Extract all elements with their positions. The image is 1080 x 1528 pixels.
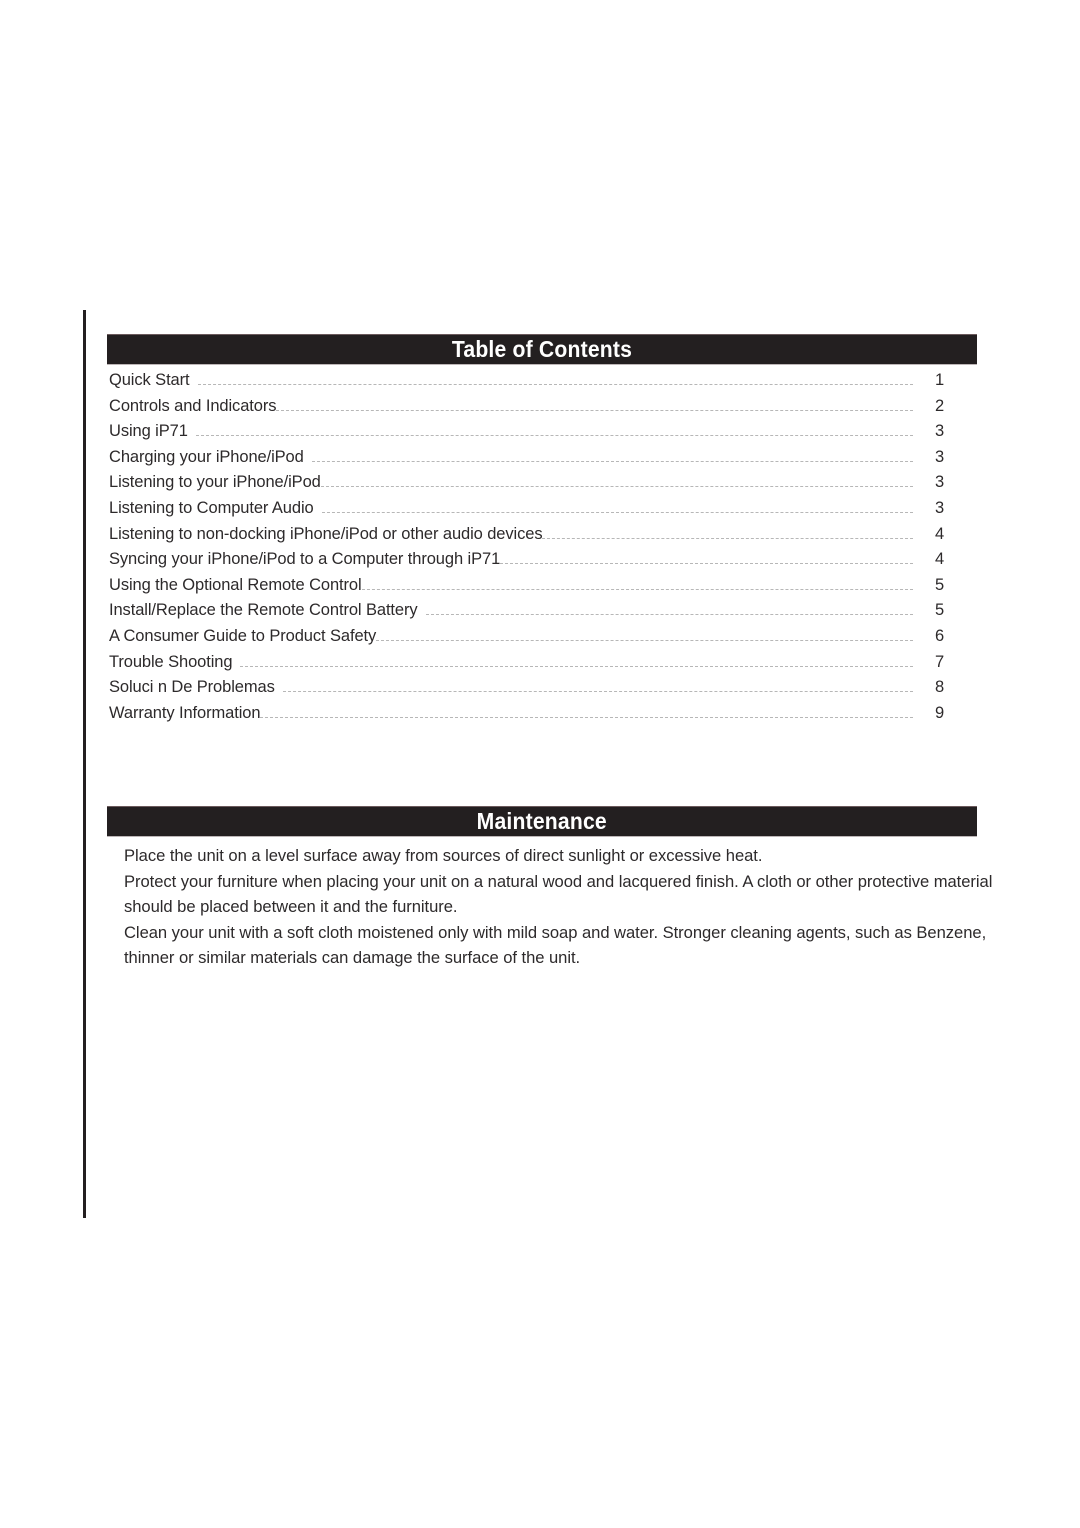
toc-entry-page-number: 3 xyxy=(935,498,945,517)
toc-leader-dots xyxy=(195,434,913,437)
toc-entry-page-number: 5 xyxy=(935,575,945,594)
toc-entry-page-number: 2 xyxy=(935,396,945,415)
toc-entry-label: Listening to non-docking iPhone/iPod or … xyxy=(109,524,543,543)
toc-leader-dots xyxy=(425,613,913,616)
toc-leader-dots xyxy=(282,690,913,693)
toc-row[interactable]: Charging your iPhone/iPod 3 xyxy=(109,448,977,474)
toc-entry-page-number: 8 xyxy=(935,678,945,697)
toc-row[interactable]: A Consumer Guide to Product Safety 6 xyxy=(109,627,977,653)
toc-entry-label: Install/Replace the Remote Control Batte… xyxy=(109,601,418,620)
toc-entry-page-number: 4 xyxy=(935,550,945,569)
toc-entry-page-number: 9 xyxy=(935,703,945,722)
toc-entry-page-number: 3 xyxy=(935,473,945,492)
toc-row[interactable]: Using iP71 3 xyxy=(109,422,977,448)
toc-leader-dots xyxy=(542,537,913,539)
toc-entry-label: Syncing your iPhone/iPod to a Computer t… xyxy=(109,550,501,569)
toc-row[interactable]: Warranty Information 9 xyxy=(109,704,977,730)
toc-entry-label: Using iP71 xyxy=(109,422,188,441)
toc-leader-dots xyxy=(320,485,913,488)
maintenance-paragraph: Place the unit on a level surface away f… xyxy=(124,846,763,865)
toc-entry-page-number: 3 xyxy=(935,447,945,466)
maintenance-body: Place the unit on a level surface away f… xyxy=(124,843,1000,971)
table-of-contents-title: Table of Contents xyxy=(451,336,633,362)
toc-entry-page-number: 3 xyxy=(935,422,945,441)
toc-entry-label: Using the Optional Remote Control xyxy=(109,575,362,594)
table-of-contents-header-bar: Table of Contents xyxy=(107,334,977,365)
table-of-contents-list: Quick Start 1 Controls and Indicators 2 … xyxy=(109,371,977,729)
toc-row[interactable]: Listening to your iPhone/iPod 3 xyxy=(109,473,977,499)
toc-row[interactable]: Trouble Shooting 7 xyxy=(109,653,977,679)
maintenance-paragraph: Protect your furniture when placing your… xyxy=(124,871,993,917)
toc-entry-page-number: 5 xyxy=(935,601,945,620)
toc-leader-dots xyxy=(361,588,913,590)
toc-row[interactable]: Listening to non-docking iPhone/iPod or … xyxy=(109,525,977,551)
toc-entry-label: Warranty Information xyxy=(109,703,261,722)
toc-row[interactable]: Quick Start 1 xyxy=(109,371,977,397)
toc-leader-dots xyxy=(500,562,913,565)
page-sheet: Table of Contents Quick Start 1 Controls… xyxy=(0,0,1080,1528)
maintenance-header-bar: Maintenance xyxy=(107,806,977,837)
toc-leader-dots xyxy=(240,665,913,667)
maintenance-title: Maintenance xyxy=(476,808,608,834)
maintenance-paragraph: Clean your unit with a soft cloth moiste… xyxy=(124,922,987,968)
toc-entry-page-number: 4 xyxy=(935,524,945,543)
toc-row[interactable]: Soluci n De Problemas 8 xyxy=(109,678,977,704)
toc-entry-page-number: 7 xyxy=(935,652,945,671)
toc-leader-dots xyxy=(197,383,913,385)
left-margin-rule xyxy=(83,310,86,1218)
toc-leader-dots xyxy=(311,460,913,462)
toc-row[interactable]: Using the Optional Remote Control 5 xyxy=(109,576,977,602)
toc-leader-dots xyxy=(321,511,913,513)
toc-entry-label: Controls and Indicators xyxy=(109,396,277,415)
toc-row[interactable]: Syncing your iPhone/iPod to a Computer t… xyxy=(109,550,977,576)
toc-entry-label: Listening to your iPhone/iPod xyxy=(109,473,321,492)
toc-entry-page-number: 1 xyxy=(935,371,945,389)
toc-entry-page-number: 6 xyxy=(935,626,945,645)
toc-entry-label: A Consumer Guide to Product Safety xyxy=(109,626,377,645)
toc-leader-dots xyxy=(260,716,913,718)
toc-entry-label: Soluci n De Problemas xyxy=(109,678,275,697)
toc-entry-label: Trouble Shooting xyxy=(109,652,233,671)
toc-entry-label: Quick Start xyxy=(109,371,190,389)
toc-row[interactable]: Install/Replace the Remote Control Batte… xyxy=(109,601,977,627)
toc-leader-dots xyxy=(276,409,913,411)
toc-entry-label: Charging your iPhone/iPod xyxy=(109,447,304,466)
toc-entry-label: Listening to Computer Audio xyxy=(109,498,314,517)
toc-leader-dots xyxy=(376,639,913,641)
toc-row[interactable]: Listening to Computer Audio 3 xyxy=(109,499,977,525)
toc-row[interactable]: Controls and Indicators 2 xyxy=(109,397,977,423)
